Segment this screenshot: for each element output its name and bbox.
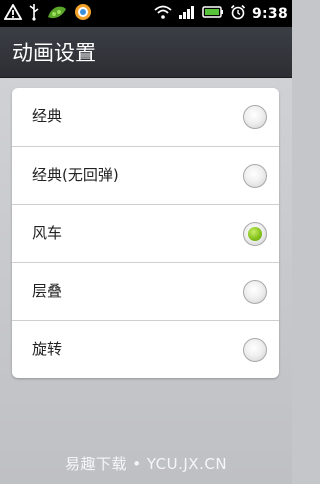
page-title: 动画设置 (12, 41, 96, 65)
option-rotate[interactable]: 旋转 (12, 320, 279, 378)
option-windmill[interactable]: 风车 (12, 204, 279, 262)
battery-icon (202, 4, 224, 23)
option-classic[interactable]: 经典 (12, 88, 279, 146)
radio-button[interactable] (243, 105, 267, 129)
status-bar: 9:38 (0, 0, 292, 27)
system-icons: 9:38 (154, 2, 288, 25)
signal-icon (178, 4, 196, 24)
alarm-icon (230, 4, 246, 24)
option-cascade[interactable]: 层叠 (12, 262, 279, 320)
option-label: 风车 (32, 224, 63, 242)
warning-icon (3, 2, 23, 24)
radio-button[interactable] (243, 164, 267, 188)
option-label: 经典 (32, 107, 63, 125)
notification-icons (3, 2, 92, 25)
radio-button[interactable] (243, 280, 267, 304)
animation-options-list: 经典 经典(无回弹) 风车 层叠 旋转 (12, 88, 279, 378)
usb-icon (28, 3, 40, 25)
option-label: 层叠 (32, 282, 63, 300)
option-label: 旋转 (32, 340, 63, 358)
option-classic-no-bounce[interactable]: 经典(无回弹) (12, 146, 279, 204)
radio-button[interactable] (243, 338, 267, 362)
wifi-icon (154, 4, 172, 24)
watermark: 易趣下载 • YCU.JX.CN (64, 455, 228, 473)
radio-button[interactable] (243, 222, 267, 246)
content-area: 经典 经典(无回弹) 风车 层叠 旋转 易趣下载 • YCU.JX.CN (0, 78, 292, 484)
radio-dot-icon (248, 227, 262, 241)
option-label: 经典(无回弹) (32, 166, 119, 184)
status-clock: 9:38 (251, 5, 288, 22)
screen: 9:38 动画设置 经典 经典(无回弹) 风车 层叠 旋转 易趣下载 • YCU… (0, 0, 292, 484)
pea-icon (46, 3, 68, 25)
title-bar: 动画设置 (0, 27, 292, 78)
browser-icon (74, 3, 92, 25)
